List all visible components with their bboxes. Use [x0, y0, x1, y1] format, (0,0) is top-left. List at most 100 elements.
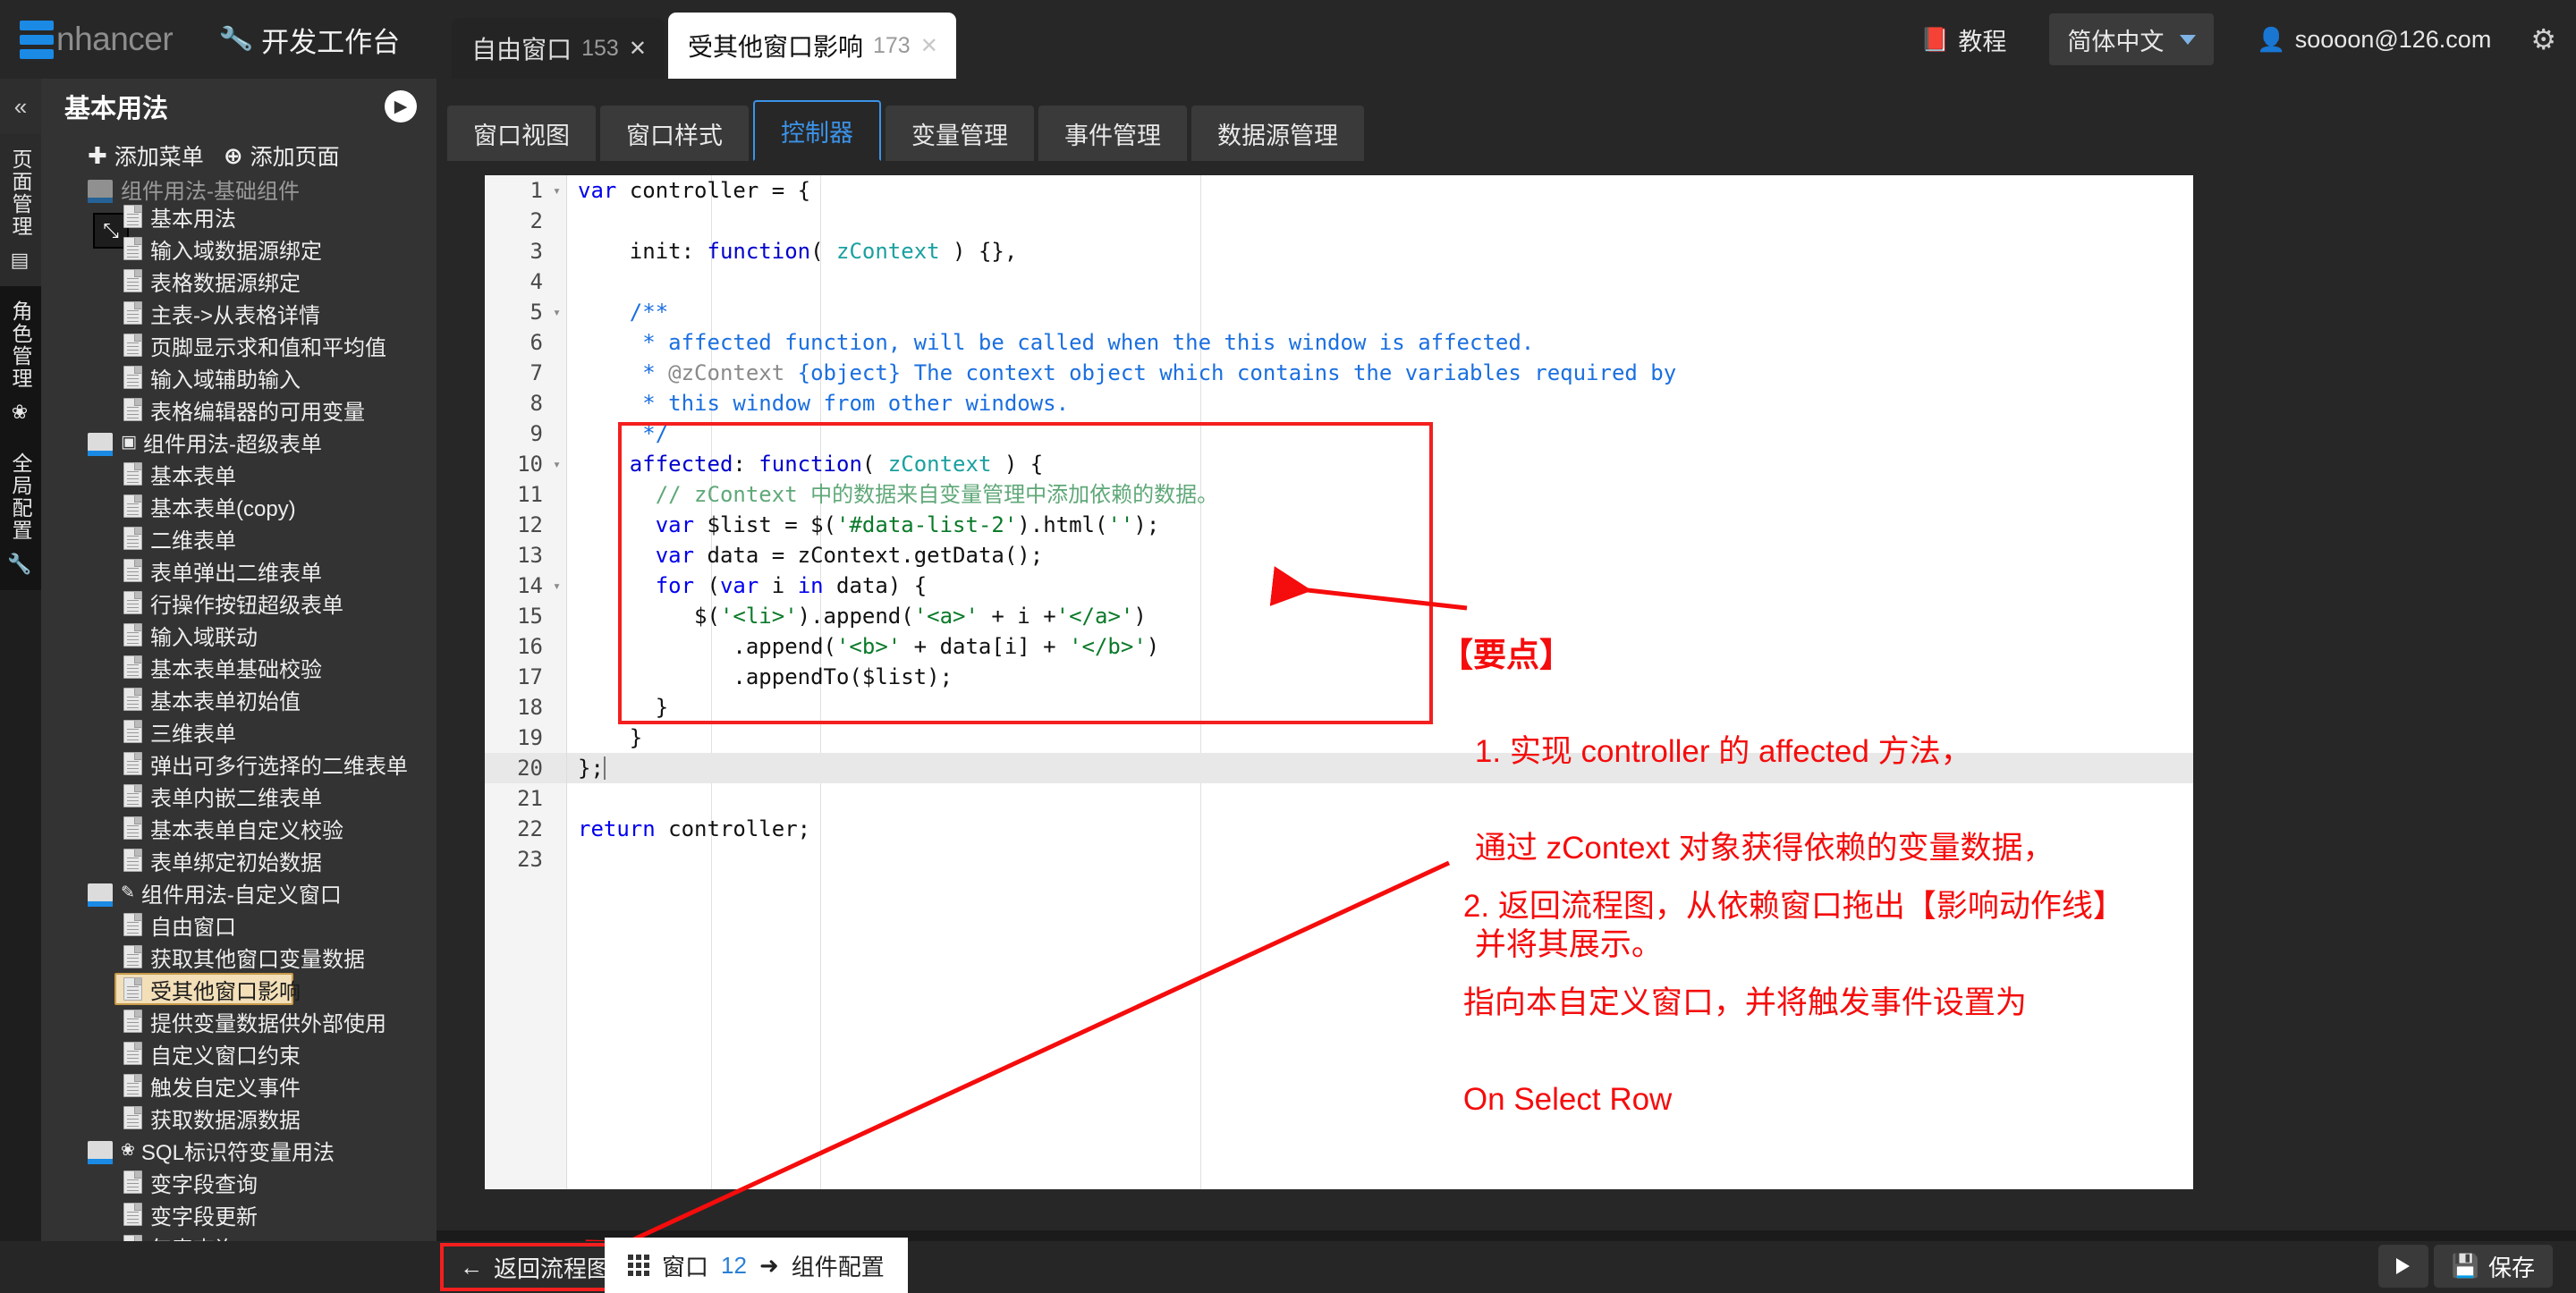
tree-item-selected[interactable]: 受其他窗口影响 [114, 973, 301, 1005]
tree-scroll-area[interactable]: 组件用法-基础组件 基本用法 输入域数据源绑定 表格数据源绑定 主表->从表格详情页脚显… [41, 177, 436, 1241]
tree-item-6[interactable]: 输入域辅助输入 [41, 361, 436, 393]
tree-item-11[interactable]: 二维表单 [41, 522, 436, 554]
tree-item-7[interactable]: 表格编辑器的可用变量 [41, 393, 436, 426]
tree-item-label: 表单内嵌二维表单 [150, 786, 322, 811]
line-number: 7 [530, 360, 543, 385]
tree-item-26[interactable]: 提供变量数据供外部使用 [41, 1005, 436, 1037]
tree-item-label: 二维表单 [150, 528, 236, 554]
code-line[interactable]: // zContext 中的数据来自变量管理中添加依赖的数据。 [567, 479, 2193, 510]
back-to-flowchart-button[interactable]: ← 返回流程图 [440, 1243, 631, 1291]
tree-folder-22[interactable]: ✎ 组件用法-自定义窗口 [41, 876, 436, 908]
run-button[interactable] [2377, 1245, 2428, 1288]
fold-toggle-icon[interactable]: ▾ [553, 570, 561, 601]
code-line[interactable]: */ [567, 418, 2193, 449]
add-page-button[interactable]: ⊕ 添加页面 [224, 139, 340, 172]
tree-item-label: 组件用法-基础组件 [121, 179, 300, 204]
rail-item-page-management[interactable]: 页面管理 ▤ [0, 134, 41, 286]
play-icon[interactable]: ▶ [385, 90, 417, 123]
fold-toggle-icon[interactable]: ▾ [553, 175, 561, 206]
tree-item-21[interactable]: 表单绑定初始数据 [41, 844, 436, 876]
tree-item-14[interactable]: 输入域联动 [41, 619, 436, 651]
tree-item-31[interactable]: 变字段查询 [41, 1166, 436, 1198]
close-icon[interactable]: ✕ [629, 36, 647, 62]
tree-folder-30[interactable]: ❀ SQL标识符变量用法 [41, 1134, 436, 1166]
doc-tab-affected-window[interactable]: 受其他窗口影响 173 ✕ [667, 13, 956, 79]
code-line[interactable]: /** [567, 297, 2193, 327]
tree-folder-0[interactable]: 组件用法-基础组件 [41, 177, 436, 204]
tab-datasource-management[interactable]: 数据源管理 [1191, 106, 1364, 161]
tree-item-label: 基本表单初始值 [150, 689, 301, 714]
language-selector[interactable]: 简体中文 [2049, 13, 2215, 65]
tree-folder-8[interactable]: ▣ 组件用法-超级表单 [41, 426, 436, 458]
tree-item-17[interactable]: 三维表单 [41, 715, 436, 748]
code-line[interactable] [567, 206, 2193, 236]
tree-item-32[interactable]: 变字段更新 [41, 1198, 436, 1230]
breadcrumb[interactable]: 窗口 12 ➜ 组件配置 [605, 1238, 908, 1293]
tree-item-27[interactable]: 自定义窗口约束 [41, 1037, 436, 1069]
tree-item-19[interactable]: 表单内嵌二维表单 [41, 780, 436, 812]
tree-item-20[interactable]: 基本表单自定义校验 [41, 812, 436, 844]
tab-controller[interactable]: 控制器 [753, 100, 881, 161]
workbench-link[interactable]: 🔧 开发工作台 [217, 20, 400, 60]
tree-item-9[interactable]: 基本表单 [41, 458, 436, 490]
code-line[interactable]: * affected function, will be called when… [567, 327, 2193, 358]
add-menu-button[interactable]: ✚ 添加菜单 [88, 139, 204, 172]
tree-item-13[interactable]: 行操作按钮超级表单 [41, 587, 436, 619]
code-line[interactable]: * this window from other windows. [567, 388, 2193, 418]
document-icon [123, 720, 142, 743]
app-logo[interactable]: nhancer [0, 20, 188, 59]
fold-toggle-icon[interactable]: ▾ [553, 297, 561, 327]
tree-item-label: 表单弹出二维表单 [150, 561, 322, 586]
save-button[interactable]: 💾 保存 [2433, 1245, 2553, 1288]
tree-item-1[interactable]: 基本用法 [41, 200, 436, 232]
document-icon [123, 849, 142, 872]
bottom-bar [0, 1241, 2576, 1293]
tree-item-33[interactable]: 年表查询 [41, 1230, 436, 1241]
tree-item-16[interactable]: 基本表单初始值 [41, 683, 436, 715]
code-line[interactable]: * @zContext {object} The context object … [567, 358, 2193, 388]
tree-item-5[interactable]: 页脚显示求和值和平均值 [41, 329, 436, 361]
tab-window-style[interactable]: 窗口样式 [600, 106, 749, 161]
tree-item-label: 年表查询 [150, 1231, 236, 1242]
line-number: 1 ▾ [485, 175, 566, 206]
code-line[interactable]: affected: function( zContext ) { [567, 449, 2193, 479]
rail-collapse-button[interactable]: « [0, 79, 41, 134]
tree-item-label: 页脚显示求和值和平均值 [150, 335, 386, 360]
tree-item-29[interactable]: 获取数据源数据 [41, 1102, 436, 1134]
header-right-group: 📕 教程 简体中文 👤 soooon@126.com ⚙ [1897, 0, 2576, 79]
tree-item-18[interactable]: 弹出可多行选择的二维表单 [41, 748, 436, 780]
tree-item-12[interactable]: 表单弹出二维表单 [41, 554, 436, 587]
tree-item-label: 受其他窗口影响 [150, 979, 301, 1004]
code-line[interactable] [567, 266, 2193, 297]
tree-item-10[interactable]: 基本表单(copy) [41, 490, 436, 522]
tab-window-view[interactable]: 窗口视图 [447, 106, 596, 161]
tree-item-4[interactable]: 主表->从表格详情 [41, 297, 436, 329]
close-icon[interactable]: ✕ [920, 33, 938, 59]
rail-item-role-management[interactable]: 角色管理 ❀ [0, 286, 41, 438]
tree-item-2[interactable]: 输入域数据源绑定 [41, 232, 436, 265]
tree-item-label: 三维表单 [150, 722, 236, 747]
tutorial-button[interactable]: 📕 教程 [1897, 13, 2029, 65]
tree-item-24[interactable]: 获取其他窗口变量数据 [41, 941, 436, 973]
rail-item-global-config[interactable]: 全局配置 🔧 [0, 438, 41, 590]
doc-tab-free-window[interactable]: 自由窗口 153 ✕ [452, 18, 665, 79]
account-button[interactable]: 👤 soooon@126.com [2233, 13, 2514, 65]
tree-item-23[interactable]: 自由窗口 [41, 908, 436, 941]
code-line[interactable]: init: function( zContext ) {}, [567, 236, 2193, 266]
tree-item-3[interactable]: 表格数据源绑定 [41, 265, 436, 297]
tree-item-28[interactable]: 触发自定义事件 [41, 1069, 436, 1102]
document-icon [123, 752, 142, 775]
line-number: 12 [517, 512, 543, 537]
code-line[interactable]: var controller = { [567, 175, 2193, 206]
line-number: 8 [530, 391, 543, 416]
editor-gutter: 1 ▾ 2 3 4 5 ▾ 6 7 8 9 10 ▾ 11 12 13 14 ▾ 15 16 17 18 19 20 21 22 2… [485, 175, 567, 1189]
fold-toggle-icon[interactable]: ▾ [553, 449, 561, 479]
document-icon [123, 1010, 142, 1033]
doc-tab-number: 173 [872, 32, 911, 58]
tab-variable-management[interactable]: 变量管理 [886, 106, 1034, 161]
chevron-down-icon [2180, 34, 2197, 45]
breadcrumb-window-label: 窗口 [662, 1253, 709, 1280]
gear-icon[interactable]: ⚙ [2530, 22, 2556, 56]
tab-event-management[interactable]: 事件管理 [1038, 106, 1187, 161]
tree-item-15[interactable]: 基本表单基础校验 [41, 651, 436, 683]
